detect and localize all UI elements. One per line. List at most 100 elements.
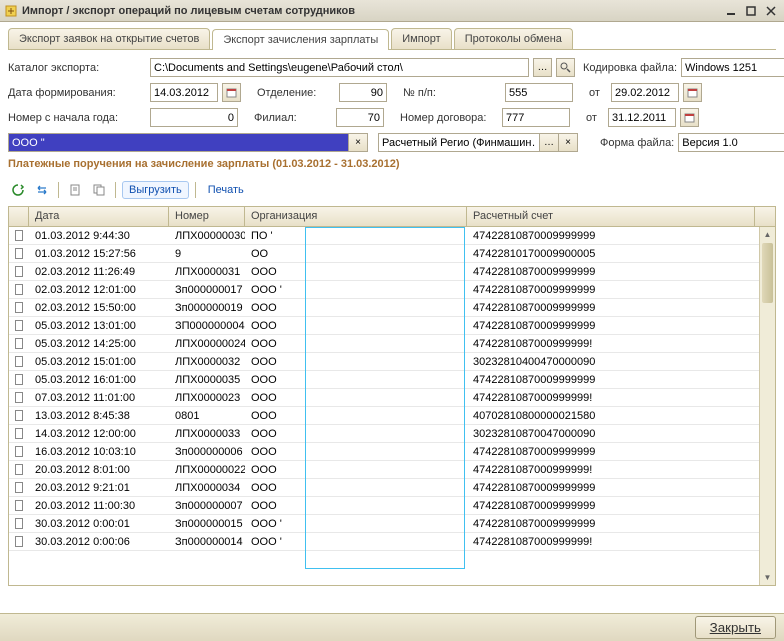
header-account[interactable]: Расчетный счет bbox=[467, 207, 755, 226]
date-form-calendar-button[interactable] bbox=[222, 83, 241, 102]
row-checkbox[interactable] bbox=[15, 536, 23, 547]
scroll-down-icon[interactable]: ▼ bbox=[760, 570, 775, 585]
cell-org: ООО ' bbox=[245, 517, 467, 531]
row-checkbox[interactable] bbox=[15, 428, 23, 439]
print-button[interactable]: Печать bbox=[202, 182, 250, 198]
vertical-scrollbar[interactable]: ▲ ▼ bbox=[759, 227, 775, 585]
cell-date: 20.03.2012 9:21:01 bbox=[29, 481, 169, 495]
row-checkbox[interactable] bbox=[15, 500, 23, 511]
export-button[interactable]: Выгрузить bbox=[122, 181, 189, 199]
row-checkbox[interactable] bbox=[15, 356, 23, 367]
table-row[interactable]: 30.03.2012 0:00:01Зп000000015ООО '474228… bbox=[9, 515, 775, 533]
region-clear-button[interactable]: × bbox=[559, 133, 578, 152]
catalog-search-button[interactable] bbox=[556, 58, 575, 77]
branch-input[interactable] bbox=[336, 108, 384, 127]
table-row[interactable]: 05.03.2012 15:01:00ЛПХ0000032ООО30232810… bbox=[9, 353, 775, 371]
tab-protocols[interactable]: Протоколы обмена bbox=[454, 28, 573, 49]
row-checkbox[interactable] bbox=[15, 374, 23, 385]
close-window-button[interactable] bbox=[762, 3, 780, 19]
from2-date-input[interactable] bbox=[608, 108, 676, 127]
table-row[interactable]: 02.03.2012 12:01:00Зп000000017ООО '47422… bbox=[9, 281, 775, 299]
table-row[interactable]: 05.03.2012 16:01:00ЛПХ0000035ООО47422810… bbox=[9, 371, 775, 389]
scroll-thumb[interactable] bbox=[762, 243, 773, 303]
date-form-input[interactable] bbox=[150, 83, 218, 102]
header-number[interactable]: Номер bbox=[169, 207, 245, 226]
cell-account: 47422810170009900005 bbox=[467, 247, 755, 261]
file-form-label: Форма файла: bbox=[600, 137, 674, 149]
encoding-input[interactable] bbox=[681, 58, 784, 77]
table-row[interactable]: 30.03.2012 0:00:06Зп000000014ООО '474228… bbox=[9, 533, 775, 551]
cell-date: 14.03.2012 12:00:00 bbox=[29, 427, 169, 441]
cell-org: ООО bbox=[245, 301, 467, 315]
org-selected-input[interactable] bbox=[8, 133, 349, 152]
tab-export-requests[interactable]: Экспорт заявок на открытие счетов bbox=[8, 28, 210, 49]
header-org[interactable]: Организация bbox=[245, 207, 467, 226]
year-num-input[interactable] bbox=[150, 108, 238, 127]
table-row[interactable]: 02.03.2012 11:26:49ЛПХ0000031ООО47422810… bbox=[9, 263, 775, 281]
catalog-browse-button[interactable]: … bbox=[533, 58, 552, 77]
row-checkbox[interactable] bbox=[15, 518, 23, 529]
row-checkbox[interactable] bbox=[15, 338, 23, 349]
table-row[interactable]: 16.03.2012 10:03:10Зп000000006ООО4742281… bbox=[9, 443, 775, 461]
cell-number: ЛПХ00000030 bbox=[169, 229, 245, 243]
row-checkbox[interactable] bbox=[15, 320, 23, 331]
from2-calendar-button[interactable] bbox=[680, 108, 699, 127]
maximize-button[interactable] bbox=[742, 3, 760, 19]
tab-export-salary[interactable]: Экспорт зачисления зарплаты bbox=[212, 29, 389, 50]
refresh-button[interactable] bbox=[8, 180, 28, 200]
row-checkbox[interactable] bbox=[15, 482, 23, 493]
cell-number: ЛПХ00000022 bbox=[169, 463, 245, 477]
tab-import[interactable]: Импорт bbox=[391, 28, 451, 49]
table-row[interactable]: 14.03.2012 12:00:00ЛПХ0000033ООО30232810… bbox=[9, 425, 775, 443]
department-input[interactable] bbox=[339, 83, 387, 102]
cell-org: ООО bbox=[245, 337, 467, 351]
window-title: Импорт / экспорт операций по лицевым сче… bbox=[22, 5, 720, 17]
from1-calendar-button[interactable] bbox=[683, 83, 702, 102]
cell-account: 40702810800000021580 bbox=[467, 409, 755, 423]
row-checkbox[interactable] bbox=[15, 266, 23, 277]
row-checkbox[interactable] bbox=[15, 446, 23, 457]
table-row[interactable]: 20.03.2012 8:01:00ЛПХ00000022ООО47422810… bbox=[9, 461, 775, 479]
toolbar-separator bbox=[58, 182, 59, 198]
catalog-input[interactable] bbox=[150, 58, 529, 77]
from1-date-input[interactable] bbox=[611, 83, 679, 102]
cell-account: 47422810870009999999 bbox=[467, 445, 755, 459]
swap-button[interactable] bbox=[32, 180, 52, 200]
row-checkbox[interactable] bbox=[15, 248, 23, 259]
toolbar-separator-3 bbox=[195, 182, 196, 198]
row-checkbox[interactable] bbox=[15, 230, 23, 241]
minimize-button[interactable] bbox=[722, 3, 740, 19]
document-button[interactable] bbox=[65, 180, 85, 200]
cell-account: 47422810870009999999 bbox=[467, 229, 755, 243]
row-checkbox[interactable] bbox=[15, 392, 23, 403]
header-date[interactable]: Дата bbox=[29, 207, 169, 226]
cell-date: 01.03.2012 15:27:56 bbox=[29, 247, 169, 261]
file-form-input[interactable] bbox=[678, 133, 784, 152]
org-clear-button[interactable]: × bbox=[349, 133, 368, 152]
table-row[interactable]: 20.03.2012 11:00:30Зп000000007ООО4742281… bbox=[9, 497, 775, 515]
scroll-up-icon[interactable]: ▲ bbox=[760, 227, 775, 242]
copy-button[interactable] bbox=[89, 180, 109, 200]
table-row[interactable]: 01.03.2012 15:27:569ОО474228101700099000… bbox=[9, 245, 775, 263]
cell-date: 30.03.2012 0:00:06 bbox=[29, 535, 169, 549]
from2-label: от bbox=[586, 112, 604, 124]
npp-input[interactable] bbox=[505, 83, 573, 102]
row-checkbox[interactable] bbox=[15, 464, 23, 475]
region-input[interactable] bbox=[378, 133, 540, 152]
table-row[interactable]: 13.03.2012 8:45:380801ООО407028108000000… bbox=[9, 407, 775, 425]
cell-org: ОО bbox=[245, 247, 467, 261]
table-row[interactable]: 05.03.2012 13:01:00ЗП000000004ООО4742281… bbox=[9, 317, 775, 335]
row-checkbox[interactable] bbox=[15, 410, 23, 421]
table-row[interactable]: 20.03.2012 9:21:01ЛПХ0000034ООО474228108… bbox=[9, 479, 775, 497]
region-browse-button[interactable]: … bbox=[540, 133, 559, 152]
table-row[interactable]: 02.03.2012 15:50:00Зп000000019ООО4742281… bbox=[9, 299, 775, 317]
contract-input[interactable] bbox=[502, 108, 570, 127]
table-row[interactable]: 05.03.2012 14:25:00ЛПХ00000024ООО4742281… bbox=[9, 335, 775, 353]
row-checkbox[interactable] bbox=[15, 284, 23, 295]
table-row[interactable]: 01.03.2012 9:44:30ЛПХ00000030ПО '4742281… bbox=[9, 227, 775, 245]
npp-label: № п/п: bbox=[403, 87, 501, 99]
row-checkbox[interactable] bbox=[15, 302, 23, 313]
table-row[interactable]: 07.03.2012 11:01:00ЛПХ0000023ООО47422810… bbox=[9, 389, 775, 407]
cell-org: ООО ' bbox=[245, 535, 467, 549]
close-button[interactable]: Закрыть bbox=[695, 616, 776, 639]
